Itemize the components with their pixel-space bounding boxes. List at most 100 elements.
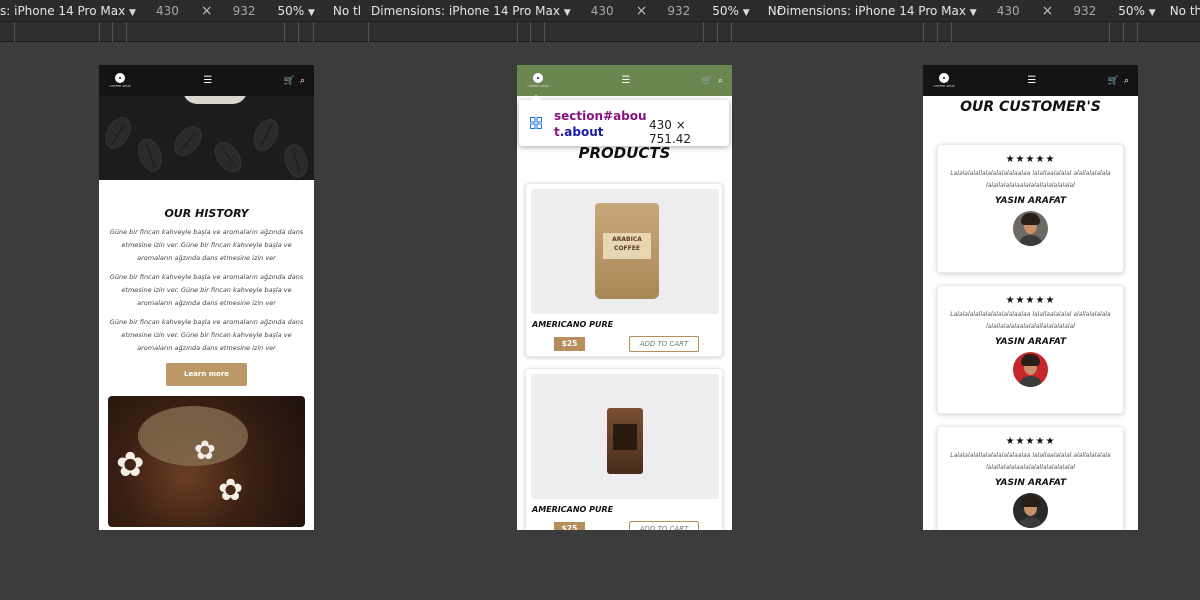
add-to-cart-button[interactable]: ADD TO CART <box>629 336 699 352</box>
width-input[interactable]: 430 <box>591 4 614 18</box>
times-sign: × <box>200 3 213 19</box>
product-name: AMERICANO PURE <box>532 320 614 329</box>
logo-icon <box>939 73 949 83</box>
bean-pattern <box>209 136 247 178</box>
add-to-cart-button[interactable]: ADD TO CART <box>629 521 699 530</box>
history-paragraph: Güne bir fincan kahveyle başla ve aromal… <box>109 273 304 307</box>
ruler-mark <box>1137 22 1138 42</box>
height-input[interactable]: 932 <box>1073 4 1096 18</box>
ruler-mark <box>298 22 299 42</box>
cart-icon[interactable]: 🛒 <box>1108 76 1119 86</box>
ruler-mark <box>530 22 531 42</box>
ruler-mark <box>1109 22 1110 42</box>
cart-icon[interactable]: 🛒 <box>702 76 713 86</box>
product-card[interactable]: ARABICA COFFEE AMERICANO PURE $25 ADD TO… <box>525 183 723 357</box>
history-paragraph: Güne bir fincan kahveyle başla ve aromal… <box>109 318 304 352</box>
products-section: PRODUCTS <box>517 144 732 162</box>
menu-icon[interactable]: ☰ <box>621 75 630 86</box>
bean-pattern <box>280 141 312 180</box>
height-input[interactable]: 932 <box>233 4 256 18</box>
zoom-select[interactable]: 50% ▼ <box>277 4 314 18</box>
ruler-mark <box>126 22 127 42</box>
coffee-beans-photo: ✿ ✿ ✿ <box>108 396 305 527</box>
learn-more-button[interactable]: Learn more <box>166 363 247 386</box>
reviewer-name: YASIN ARAFAT <box>994 196 1067 206</box>
device-toolbar-segment-2: Dimensions: iPhone 14 Pro Max ▼ 430 × 93… <box>371 0 783 22</box>
device-select[interactable]: Dimensions: iPhone 14 Pro Max ▼ <box>777 4 977 18</box>
ruler-mark <box>703 22 704 42</box>
flower-decoration: ✿ <box>194 436 216 466</box>
times-sign: × <box>635 3 648 19</box>
customers-section: OUR CUSTOMER'S <box>923 99 1138 115</box>
ruler-mark <box>99 22 100 42</box>
zoom-select[interactable]: 50% ▼ <box>1118 4 1155 18</box>
throttle-select[interactable]: No tl <box>333 4 361 18</box>
logo[interactable]: COFFEE SHOP <box>932 73 956 88</box>
search-icon[interactable]: ⌕ <box>718 76 723 86</box>
logo-icon <box>533 73 543 83</box>
navbar: COFFEE SHOP ☰ 🛒 ⌕ <box>99 65 314 96</box>
review-text: Lalalalalallalalalalalalaalaa lalallaala… <box>950 311 1111 330</box>
avatar <box>1013 493 1048 528</box>
product-card[interactable]: AMERICANO PURE $25 ADD TO CART <box>525 368 723 530</box>
search-icon[interactable]: ⌕ <box>300 76 305 86</box>
coffee-cup <box>183 96 247 104</box>
product-image <box>531 374 719 499</box>
phone-preview-customers: COFFEE SHOP ☰ 🛒 ⌕ OUR CUSTOMER'S ★★★★★ La… <box>923 65 1138 530</box>
coffee-bag <box>607 408 643 474</box>
customers-title: OUR CUSTOMER'S <box>960 99 1101 115</box>
bag-label: ARABICA COFFEE <box>603 233 651 259</box>
star-rating: ★★★★★ <box>1005 295 1056 306</box>
review-card: ★★★★★ Lalalalalallalalalalalalaalaa lala… <box>937 426 1124 530</box>
device-toolbar-segment-3: Dimensions: iPhone 14 Pro Max ▼ 430 × 93… <box>777 0 1200 22</box>
bag-label <box>613 424 637 450</box>
star-rating: ★★★★★ <box>1005 436 1056 447</box>
ruler-mark <box>544 22 545 42</box>
bean-pattern <box>99 112 137 154</box>
element-inspector-tooltip: section#abou t.about 430 × 751.42 <box>519 95 729 146</box>
products-title: PRODUCTS <box>578 144 671 162</box>
devtools-device-toolbar: s: iPhone 14 Pro Max ▼ 430 × 932 50% ▼ N… <box>0 0 1200 22</box>
menu-icon[interactable]: ☰ <box>1027 75 1036 86</box>
bean-pattern <box>168 120 208 162</box>
logo[interactable]: COFFEE SHOP <box>108 73 132 88</box>
ruler-mark <box>951 22 952 42</box>
media-query-ruler[interactable] <box>0 22 1200 42</box>
navbar: COFFEE SHOP ☰ 🛒 ⌕ <box>923 65 1138 96</box>
review-text: Lalalalalallalalalalalalaalaa lalallaala… <box>950 170 1111 189</box>
coffee-bag: ARABICA COFFEE <box>595 203 659 299</box>
product-image: ARABICA COFFEE <box>531 189 719 314</box>
product-name: AMERICANO PURE <box>532 505 614 514</box>
reviewer-name: YASIN ARAFAT <box>994 478 1067 488</box>
ruler-mark <box>14 22 15 42</box>
width-input[interactable]: 430 <box>997 4 1020 18</box>
times-sign: × <box>1041 3 1054 19</box>
ruler-mark <box>112 22 113 42</box>
phone-preview-history: COFFEE SHOP ☰ 🛒 ⌕ OUR HISTORY Güne bir fi… <box>99 65 314 530</box>
menu-icon[interactable]: ☰ <box>203 75 212 86</box>
flower-decoration: ✿ <box>218 473 244 508</box>
ruler-mark <box>368 22 369 42</box>
logo[interactable]: COFFEE SHOP <box>526 73 550 88</box>
ruler-mark <box>717 22 718 42</box>
ruler-mark <box>923 22 924 42</box>
star-rating: ★★★★★ <box>1005 154 1056 165</box>
ruler-mark <box>1123 22 1124 42</box>
cart-icon[interactable]: 🛒 <box>284 76 295 86</box>
product-price: $25 <box>554 337 585 351</box>
ruler-mark <box>731 22 732 42</box>
element-selector: section#abou t.about <box>554 109 647 139</box>
device-select[interactable]: Dimensions: iPhone 14 Pro Max ▼ <box>371 4 571 18</box>
width-input[interactable]: 430 <box>156 4 179 18</box>
throttle-select[interactable]: No throttling <box>1170 4 1200 18</box>
logo-icon <box>115 73 125 83</box>
height-input[interactable]: 932 <box>667 4 690 18</box>
search-icon[interactable]: ⌕ <box>1124 76 1129 86</box>
history-title: OUR HISTORY <box>164 207 249 220</box>
device-select[interactable]: s: iPhone 14 Pro Max ▼ <box>0 4 136 18</box>
logo-text: COFFEE SHOP <box>933 84 955 88</box>
ruler-mark <box>937 22 938 42</box>
zoom-select[interactable]: 50% ▼ <box>712 4 749 18</box>
reviewer-name: YASIN ARAFAT <box>994 337 1067 347</box>
logo-text: COFFEE SHOP <box>109 84 131 88</box>
